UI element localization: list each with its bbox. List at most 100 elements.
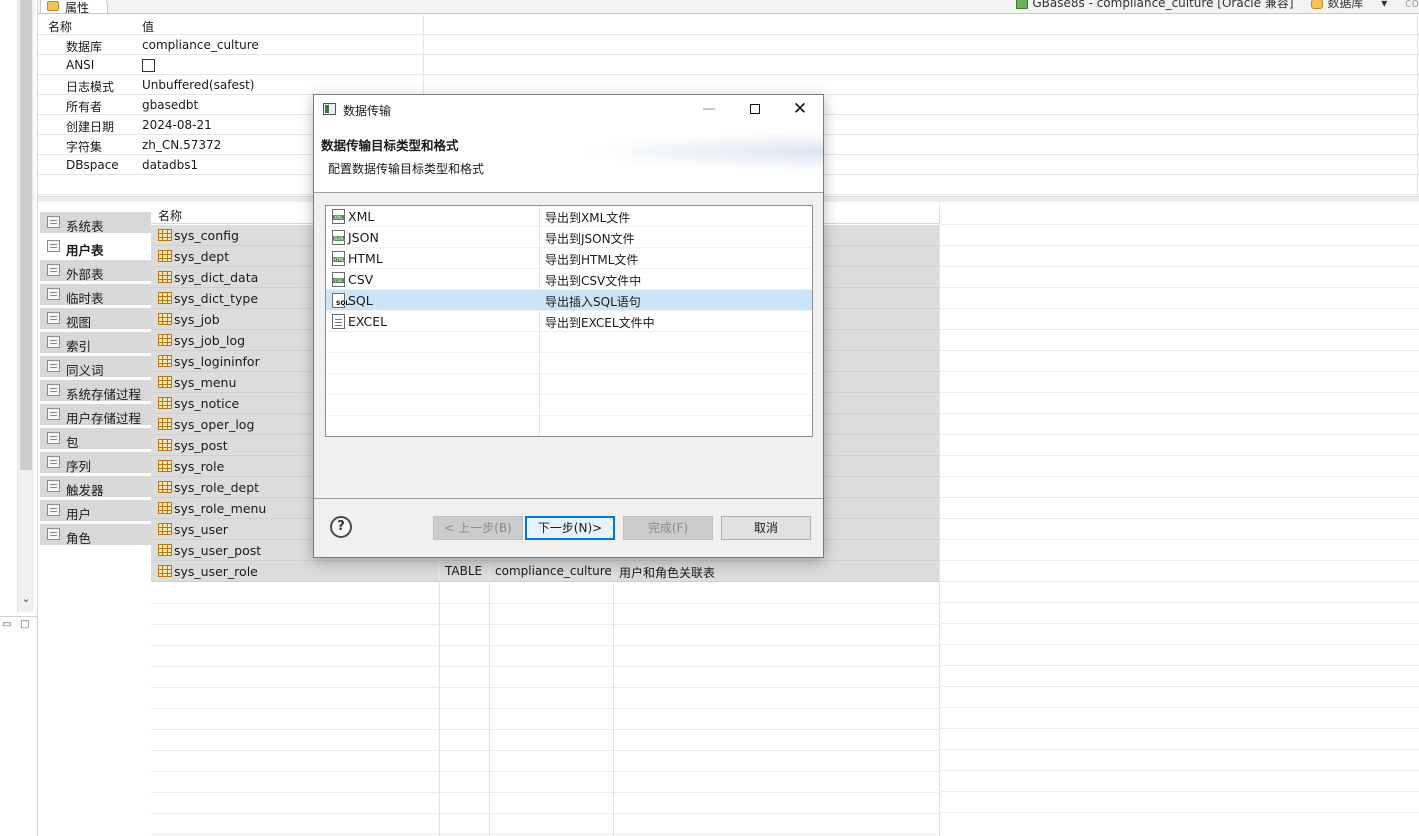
format-empty-row: [326, 395, 812, 416]
table-name: sys_logininfor: [174, 354, 260, 369]
dialog-heading: 数据传输目标类型和格式: [321, 138, 459, 153]
format-item-sql[interactable]: SQL SQL 导出插入SQL语句: [326, 290, 812, 311]
category-item[interactable]: 用户表: [40, 236, 151, 258]
chevron-down-icon[interactable]: ▾: [1381, 0, 1387, 10]
table-icon: [158, 502, 172, 514]
property-value: zh_CN.57372: [142, 138, 222, 152]
back-button[interactable]: < 上一步(B): [433, 516, 523, 540]
category-label: 序列: [66, 459, 92, 474]
html-file-icon: HTML: [332, 251, 345, 266]
format-description: 导出插入SQL语句: [545, 295, 641, 309]
scrollbar-thumb[interactable]: [20, 0, 32, 470]
excel-file-icon: [332, 314, 345, 329]
left-pane-controls: ▭ □: [0, 616, 38, 636]
database-icon: [1311, 0, 1324, 9]
table-icon: [158, 397, 172, 409]
property-key: 日志模式: [66, 80, 115, 94]
table-name: sys_job_log: [174, 333, 246, 348]
property-value: compliance_culture: [142, 38, 259, 52]
format-description: 导出到JSON文件: [545, 232, 635, 246]
format-empty-row: [326, 332, 812, 353]
format-item-xml[interactable]: XML XML 导出到XML文件: [326, 206, 812, 227]
minimize-view-icon[interactable]: ▭: [2, 619, 11, 630]
chevron-down-icon[interactable]: ⌄: [18, 592, 34, 610]
property-key: ANSI: [66, 58, 95, 72]
category-item[interactable]: 索引: [40, 332, 151, 354]
breadcrumb-extra[interactable]: co: [1405, 0, 1419, 10]
folder-icon: [47, 312, 60, 324]
category-label: 用户存储过程: [66, 411, 142, 426]
property-row[interactable]: 数据库 compliance_culture: [38, 35, 1419, 55]
table-icon: [158, 334, 172, 346]
maximize-button[interactable]: [732, 95, 778, 125]
format-description: 导出到HTML文件: [545, 253, 639, 267]
dialog-subheading: 配置数据传输目标类型和格式: [328, 162, 485, 176]
folder-icon: [47, 432, 60, 444]
table-name: sys_role_menu: [174, 501, 267, 516]
maximize-icon: [750, 104, 760, 114]
column-header-name[interactable]: 名称: [158, 207, 182, 224]
table-name: sys_dict_data: [174, 270, 259, 285]
category-item[interactable]: 视图: [40, 308, 151, 330]
category-item[interactable]: 系统表: [40, 212, 151, 234]
category-item[interactable]: 外部表: [40, 260, 151, 282]
category-item[interactable]: 临时表: [40, 284, 151, 306]
category-item[interactable]: 包: [40, 428, 151, 450]
tab-properties[interactable]: 属性: [40, 0, 108, 14]
csv-file-icon: CSV: [332, 272, 345, 287]
category-item[interactable]: 角色: [40, 524, 151, 546]
category-label: 系统表: [66, 219, 104, 234]
table-name: sys_user_role: [174, 564, 258, 579]
ansi-checkbox[interactable]: [142, 58, 155, 72]
category-label: 外部表: [66, 267, 104, 282]
category-item[interactable]: 系统存储过程: [40, 380, 151, 402]
format-name: EXCEL: [348, 314, 388, 329]
table-icon: [158, 271, 172, 283]
next-button[interactable]: 下一步(N)>: [525, 516, 615, 540]
category-label: 视图: [66, 315, 92, 330]
dialog-titlebar[interactable]: 数据传输 — ✕: [314, 95, 823, 125]
property-row[interactable]: 日志模式 Unbuffered(safest): [38, 75, 1419, 95]
category-item[interactable]: 同义词: [40, 356, 151, 378]
property-row[interactable]: ANSI: [38, 55, 1419, 75]
format-name: HTML: [348, 251, 383, 266]
close-button[interactable]: ✕: [777, 95, 823, 125]
category-item[interactable]: 用户: [40, 500, 151, 522]
format-name: SQL: [348, 293, 373, 308]
tab-properties-label: 属性: [65, 1, 90, 14]
table-comment: 用户和角色关联表: [619, 566, 716, 580]
table-icon: [158, 313, 172, 325]
property-key: 数据库: [66, 40, 103, 54]
format-description: 导出到CSV文件中: [545, 274, 642, 288]
table-name: sys_config: [174, 228, 239, 243]
folder-icon: [47, 384, 60, 396]
category-label: 角色: [66, 531, 92, 546]
category-label: 包: [66, 435, 79, 450]
format-item-json[interactable]: JSON JSON 导出到JSON文件: [326, 227, 812, 248]
format-item-excel[interactable]: EXCEL 导出到EXCEL文件中: [326, 311, 812, 332]
breadcrumb-database[interactable]: 数据库: [1311, 0, 1363, 10]
maximize-view-icon[interactable]: □: [20, 619, 29, 630]
left-pane-scrollbar[interactable]: ⌄: [17, 0, 34, 612]
format-item-csv[interactable]: CSV CSV 导出到CSV文件中: [326, 269, 812, 290]
table-row[interactable]: sys_user_role TABLE compliance_culture 用…: [151, 561, 940, 582]
table-icon: [158, 376, 172, 388]
breadcrumb-connection[interactable]: GBase8s - compliance_culture [Oracle 兼容]: [1016, 0, 1294, 10]
category-item[interactable]: 用户存储过程: [40, 404, 151, 426]
help-icon[interactable]: ?: [330, 516, 352, 538]
finish-button[interactable]: 完成(F): [623, 516, 713, 540]
minimize-button[interactable]: —: [686, 95, 732, 125]
column-header-value: 值: [142, 20, 155, 34]
folder-icon: [47, 456, 60, 468]
table-name: sys_oper_log: [174, 417, 255, 432]
table-owner: compliance_culture: [495, 564, 612, 578]
category-label: 系统存储过程: [66, 387, 142, 402]
xml-file-icon: XML: [332, 209, 345, 224]
category-item[interactable]: 触发器: [40, 476, 151, 498]
cancel-button[interactable]: 取消: [721, 516, 811, 540]
category-item[interactable]: 序列: [40, 452, 151, 474]
breadcrumb: GBase8s - compliance_culture [Oracle 兼容]…: [1002, 0, 1419, 11]
property-value: datadbs1: [142, 158, 199, 172]
property-value: 2024-08-21: [142, 118, 212, 132]
format-item-html[interactable]: HTML HTML 导出到HTML文件: [326, 248, 812, 269]
